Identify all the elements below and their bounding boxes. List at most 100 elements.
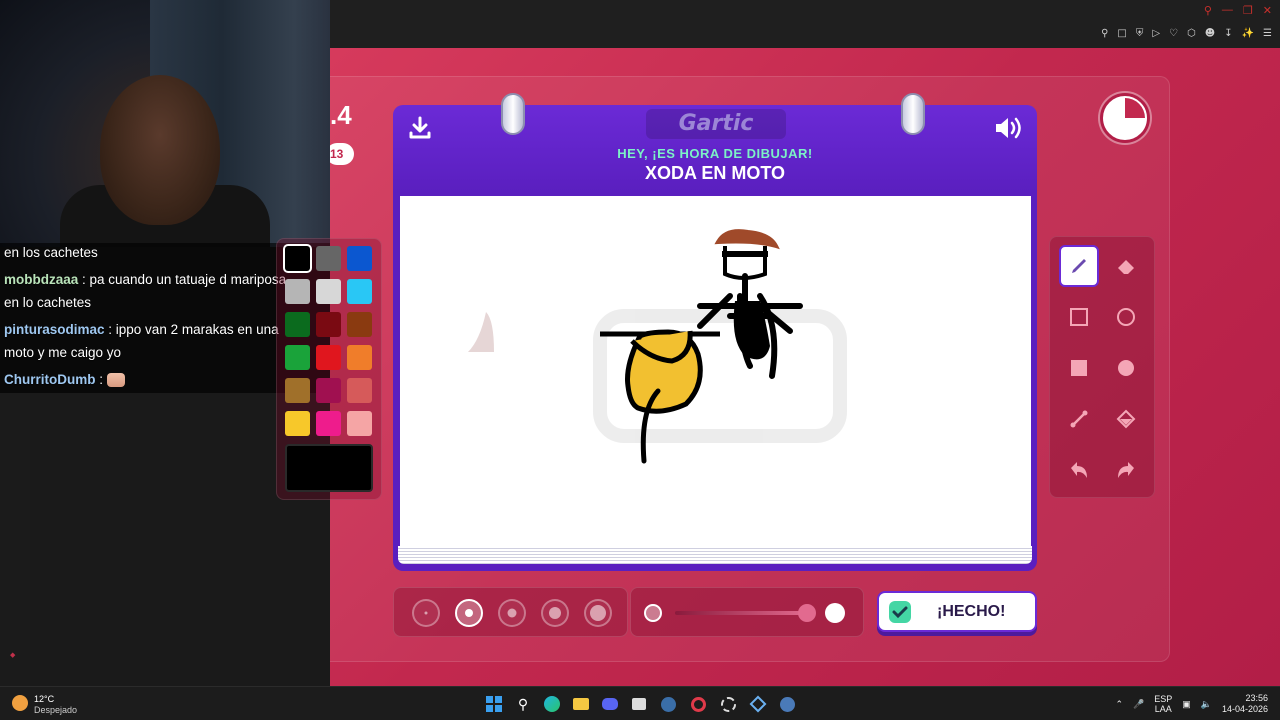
color-swatch[interactable] xyxy=(347,279,372,304)
color-swatch[interactable] xyxy=(347,246,372,271)
color-swatch[interactable] xyxy=(285,246,310,271)
webcam-person-head xyxy=(100,75,220,225)
color-swatch[interactable] xyxy=(285,345,310,370)
binder-ring-right xyxy=(901,93,925,135)
settings-app-icon[interactable] xyxy=(718,694,738,714)
chat-text: : ippo van 2 marakas en una xyxy=(104,322,279,337)
steam-secondary-icon[interactable] xyxy=(777,694,797,714)
layout-code: LAA xyxy=(1154,704,1172,714)
draw-prompt-word: XODA EN MOTO xyxy=(644,163,785,183)
windows-start-icon[interactable] xyxy=(484,694,504,714)
menu-icon[interactable]: ☰ xyxy=(1263,28,1272,39)
check-icon xyxy=(889,601,911,623)
fill-tool[interactable] xyxy=(1106,398,1146,440)
chat-line: ChurritoDumb : xyxy=(4,371,125,388)
file-explorer-icon[interactable] xyxy=(571,694,591,714)
minimize-icon[interactable]: — xyxy=(1222,4,1233,17)
square-outline-icon xyxy=(1070,308,1088,326)
keyboard-language[interactable]: ESP LAA xyxy=(1154,694,1172,714)
color-swatch[interactable] xyxy=(285,411,310,436)
weather-desc: Despejado xyxy=(34,705,78,715)
color-swatch[interactable] xyxy=(316,312,341,337)
ai-icon[interactable]: ✨ xyxy=(1242,28,1254,39)
circle-outline-icon xyxy=(1117,308,1135,326)
chat-user: mobbdzaaa xyxy=(4,272,79,287)
color-swatch[interactable] xyxy=(347,378,372,403)
opacity-min-icon xyxy=(644,604,662,622)
download-icon[interactable] xyxy=(407,115,433,141)
eraser-tool[interactable] xyxy=(1106,245,1146,287)
opacity-track[interactable] xyxy=(675,611,807,615)
microphone-icon[interactable]: 🎤 xyxy=(1133,699,1144,710)
redo-icon xyxy=(1118,462,1134,478)
cube-icon[interactable]: ⬡ xyxy=(1187,28,1196,39)
steam-icon[interactable] xyxy=(658,694,678,714)
media-app-icon[interactable] xyxy=(629,694,649,714)
close-icon[interactable]: ✕ xyxy=(1263,4,1272,17)
taskbar-search-icon[interactable]: ⚲ xyxy=(513,694,533,714)
play-icon[interactable]: ▷ xyxy=(1152,28,1160,39)
restore-icon[interactable]: ❐ xyxy=(1243,4,1253,17)
color-swatch[interactable] xyxy=(316,246,341,271)
tray-chevron-up-icon[interactable]: ⌃ xyxy=(1115,699,1123,710)
vpn-app-icon[interactable] xyxy=(748,694,768,714)
search-icon[interactable]: ⚲ xyxy=(1204,4,1212,17)
gartic-logo: Gartic xyxy=(646,109,786,139)
clock[interactable]: 23:56 14-04-2026 xyxy=(1222,693,1268,715)
ellipse-filled-tool[interactable] xyxy=(1106,347,1146,389)
edge-icon[interactable] xyxy=(542,694,562,714)
drawing-canvas[interactable] xyxy=(400,196,1031,546)
color-swatch[interactable] xyxy=(285,378,310,403)
timer-elapsed-wedge xyxy=(1125,98,1145,118)
brush-size-2[interactable] xyxy=(455,599,483,627)
clock-date: 14-04-2026 xyxy=(1221,704,1268,714)
speaker-icon[interactable]: 🔈 xyxy=(1201,699,1212,710)
color-swatch[interactable] xyxy=(285,279,310,304)
color-swatch[interactable] xyxy=(285,312,310,337)
pencil-tool[interactable] xyxy=(1059,245,1099,287)
brush-size-1[interactable] xyxy=(412,599,440,627)
color-swatch[interactable] xyxy=(347,345,372,370)
chat-text: moto y me caigo yo xyxy=(4,345,122,360)
line-tool[interactable] xyxy=(1059,398,1099,440)
color-swatch[interactable] xyxy=(347,411,372,436)
opera-gx-icon[interactable] xyxy=(688,694,708,714)
network-icon[interactable]: ▣ xyxy=(1182,699,1191,710)
player-score-partial: .4 xyxy=(330,100,352,130)
system-tray: ⌃ 🎤 ESP LAA ▣ 🔈 23:56 14-04-2026 xyxy=(1115,691,1268,717)
person-icon[interactable]: ☻ xyxy=(1205,28,1215,39)
windows-taskbar: 12°C Despejado ⚲ ⌃ 🎤 ESP LAA ▣ 🔈 23:56 1… xyxy=(0,686,1280,720)
webcam-overlay xyxy=(0,0,330,247)
color-swatch[interactable] xyxy=(316,378,341,403)
discord-icon[interactable] xyxy=(600,694,620,714)
opacity-slider[interactable] xyxy=(630,587,864,637)
undo-tool[interactable] xyxy=(1059,449,1099,491)
game-header: Gartic HEY, ¡ES HORA DE DIBUJAR! XODA EN… xyxy=(393,93,1037,193)
volume-icon[interactable] xyxy=(993,115,1023,141)
chat-line: pinturasodimac : ippo van 2 marakas en u… xyxy=(4,321,279,338)
shield-icon[interactable]: ⛨ xyxy=(1136,28,1144,39)
opacity-thumb[interactable] xyxy=(798,604,816,622)
color-swatch[interactable] xyxy=(316,279,341,304)
eraser-icon xyxy=(1118,260,1134,274)
redo-tool[interactable] xyxy=(1106,449,1146,491)
color-swatch[interactable] xyxy=(347,312,372,337)
rectangle-filled-tool[interactable] xyxy=(1059,347,1099,389)
language-code: ESP xyxy=(1154,694,1173,704)
tab-icon[interactable]: □ xyxy=(1117,28,1126,39)
color-swatch[interactable] xyxy=(316,411,341,436)
rectangle-outline-tool[interactable] xyxy=(1059,296,1099,338)
pin-icon[interactable]: ⚲ xyxy=(1101,28,1108,39)
brush-size-3[interactable] xyxy=(498,599,526,627)
weather-icon xyxy=(12,695,28,711)
heart-icon[interactable]: ♡ xyxy=(1169,28,1178,39)
download-icon[interactable]: ↧ xyxy=(1224,28,1232,39)
player-badge-partial: 13 xyxy=(326,143,354,165)
done-button[interactable]: ¡HECHO! xyxy=(877,591,1037,632)
brush-size-5[interactable] xyxy=(584,599,612,627)
weather-temp: 12°C xyxy=(34,694,55,704)
ellipse-outline-tool[interactable] xyxy=(1106,296,1146,338)
brush-size-4[interactable] xyxy=(541,599,569,627)
weather-widget[interactable]: 12°C Despejado xyxy=(12,692,92,716)
color-swatch[interactable] xyxy=(316,345,341,370)
